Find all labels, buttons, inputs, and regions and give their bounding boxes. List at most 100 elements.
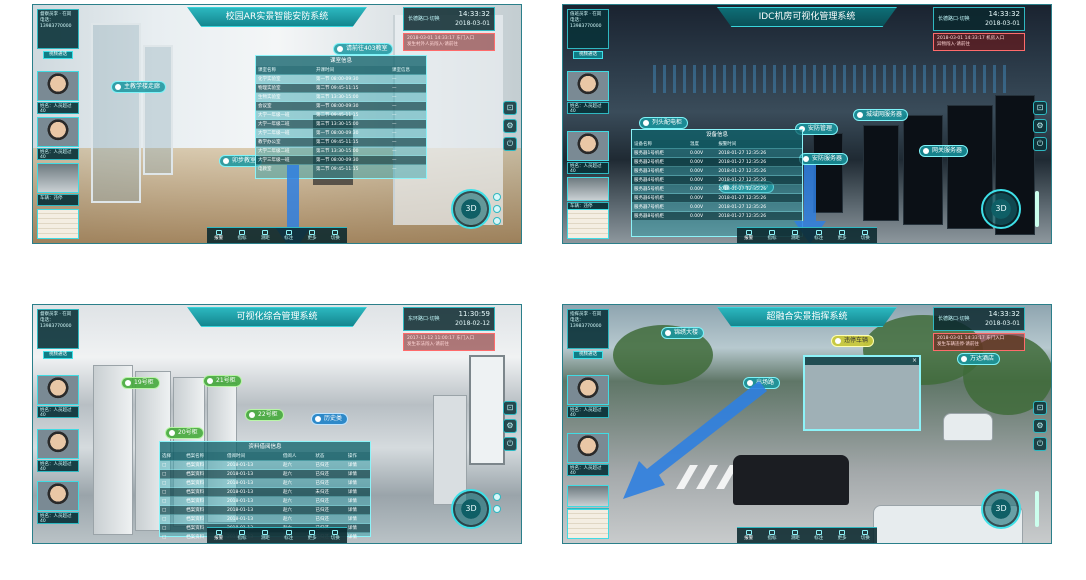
- tool-measure[interactable]: 测距: [786, 529, 804, 543]
- tool-index[interactable]: 指标: [233, 229, 251, 243]
- table-row[interactable]: 教学办公室 第二节 09:45-11:15—: [256, 137, 426, 147]
- table-row[interactable]: 大学二年级一班 第一节 08:00-09:30—: [256, 128, 426, 138]
- table-row[interactable]: 物理实验室 第二节 09:45-11:15—: [256, 83, 426, 93]
- table-row[interactable]: □档案资料2018-01-13赵六已归还详情: [160, 505, 370, 515]
- tool-switch[interactable]: 切换: [856, 229, 874, 243]
- power-icon[interactable]: ⏻: [1033, 437, 1047, 451]
- tag-cabinet-20[interactable]: 20号柜: [165, 427, 204, 439]
- tag-illegal-parking[interactable]: 违停车辆: [831, 335, 875, 347]
- alert-box[interactable]: 2018-03-01 14:33:17 机房入口 异物闯入·请前往: [933, 33, 1025, 51]
- tool-alarm[interactable]: 报警: [210, 529, 228, 543]
- table-row[interactable]: 服务器5号机柜 0.00V 2018-01-27 12:35:26: [632, 184, 802, 194]
- vehicle-snapshot[interactable]: [567, 485, 609, 507]
- tag-jinxiu-building[interactable]: 锦绣大楼: [661, 327, 705, 339]
- device-info-window[interactable]: 设备信息 设备名称 温度 报警时间 服务器1号机柜 0.00V 2018-01-27…: [631, 129, 803, 237]
- table-row[interactable]: 服务器8号机柜 0.00V 2018-01-27 12:35:26: [632, 211, 802, 220]
- alert-box[interactable]: 2017-11-12 11:00:17 东门入口 发生非法闯入·请前往: [403, 333, 495, 351]
- lock-icon[interactable]: ⊡: [1033, 101, 1047, 115]
- table-row[interactable]: □档案资料2018-01-13赵六已归还详情: [160, 478, 370, 488]
- tool-alarm[interactable]: 报警: [740, 529, 758, 543]
- rotate-icon[interactable]: [493, 493, 501, 501]
- lock-icon[interactable]: ⊡: [503, 401, 517, 415]
- settings-icon[interactable]: ⚙: [1033, 119, 1047, 133]
- classroom-info-window[interactable]: 课室信息 课室名称 开课时间 课室信息 化学实验室 第一节 08:00-09:30…: [255, 55, 427, 179]
- tool-measure[interactable]: 测距: [786, 229, 804, 243]
- tool-index[interactable]: 指标: [233, 529, 251, 543]
- table-row[interactable]: □ 档案资料 2018-01-13 赵六 未归还 详情: [160, 487, 370, 497]
- face-snapshot-2[interactable]: [37, 429, 79, 459]
- table-row[interactable]: 服务器3号机柜 0.00V 2018-01-27 12:35:26: [632, 166, 802, 176]
- tool-more[interactable]: 更多: [833, 229, 851, 243]
- face-snapshot-1[interactable]: [567, 71, 609, 101]
- reset-icon[interactable]: [493, 217, 501, 225]
- tag-cabinet-22[interactable]: 22号柜: [245, 409, 284, 421]
- lock-icon[interactable]: ⊡: [1033, 401, 1047, 415]
- mini-map[interactable]: [567, 509, 609, 539]
- compass-3d[interactable]: 3D: [451, 489, 491, 529]
- mini-map[interactable]: [567, 209, 609, 239]
- table-row[interactable]: 大学一年级二班 第三节 13:30-15:00—: [256, 119, 426, 129]
- tool-switch[interactable]: 切换: [326, 229, 344, 243]
- tool-switch[interactable]: 切换: [326, 529, 344, 543]
- tool-switch[interactable]: 切换: [856, 529, 874, 543]
- tool-measure[interactable]: 测距: [256, 529, 274, 543]
- tag-main-corridor[interactable]: 主教学楼走廊: [111, 81, 167, 93]
- face-snapshot-1[interactable]: [37, 71, 79, 101]
- face-snapshot-1[interactable]: [37, 375, 79, 405]
- tool-more[interactable]: 更多: [303, 229, 321, 243]
- tool-index[interactable]: 指标: [763, 229, 781, 243]
- settings-icon[interactable]: ⚙: [503, 419, 517, 433]
- table-row[interactable]: 服务器6号机柜 0.00V 2018-01-27 12:35:26: [632, 193, 802, 203]
- tag-cabinet-21[interactable]: 21号柜: [203, 375, 242, 387]
- table-row[interactable]: □档案资料2018-01-13赵六已归还详情: [160, 514, 370, 524]
- tag-pdu-cabinet[interactable]: 列头配电柜: [639, 117, 689, 129]
- location-label[interactable]: 长德路口·切换: [408, 15, 440, 22]
- video-call-button[interactable]: 视频通话: [573, 351, 603, 359]
- pan-icon[interactable]: [493, 505, 501, 513]
- zoom-slider[interactable]: [1035, 191, 1039, 227]
- settings-icon[interactable]: ⚙: [1033, 419, 1047, 433]
- video-call-button[interactable]: 视频通话: [573, 51, 603, 59]
- table-row[interactable]: 会议室 第一节 08:00-09:30—: [256, 101, 426, 111]
- face-snapshot-2[interactable]: [37, 117, 79, 147]
- vehicle-snapshot[interactable]: [37, 163, 79, 193]
- power-icon[interactable]: ⏻: [1033, 137, 1047, 151]
- tag-classroom-403[interactable]: 请前往403教室: [333, 43, 394, 55]
- camera-popup[interactable]: ×: [803, 355, 921, 431]
- power-icon[interactable]: ⏻: [503, 137, 517, 151]
- table-row[interactable]: 服务器1号机柜 0.00V 2018-01-27 12:35:26: [632, 148, 802, 158]
- tool-more[interactable]: 更多: [303, 529, 321, 543]
- pan-icon[interactable]: [493, 205, 501, 213]
- tool-alarm[interactable]: 报警: [740, 229, 758, 243]
- vehicle-snapshot[interactable]: [567, 177, 609, 201]
- compass-3d[interactable]: 3D: [981, 189, 1021, 229]
- lock-icon[interactable]: ⊡: [503, 101, 517, 115]
- table-row[interactable]: 服务器2号机柜 0.00V 2018-01-27 12:35:26: [632, 157, 802, 167]
- tag-wanda-hotel[interactable]: 万达酒店: [957, 353, 1001, 365]
- tool-index[interactable]: 指标: [763, 529, 781, 543]
- table-row[interactable]: 大学二年级二班 第三节 13:30-15:00—: [256, 146, 426, 156]
- alert-box[interactable]: 2018-03-01 14:33:17 东门入口 发生车辆违停·请前往: [933, 333, 1025, 351]
- tool-annotate[interactable]: 标注: [810, 229, 828, 243]
- archive-info-window[interactable]: 资料借阅信息 选择 档案名称 借阅时间 借阅人 状态 操作 □ 档案资料 2018-…: [159, 441, 371, 541]
- tool-annotate[interactable]: 标注: [280, 529, 298, 543]
- tag-cabinet-19[interactable]: 19号柜: [121, 377, 160, 389]
- rotate-icon[interactable]: [493, 193, 501, 201]
- compass-3d[interactable]: 3D: [981, 489, 1021, 529]
- location-label[interactable]: 长德路口·切换: [938, 315, 970, 322]
- location-label[interactable]: 东环路口·切换: [408, 315, 440, 322]
- table-row[interactable]: 生物实验室 第三节 13:30-15:00—: [256, 92, 426, 102]
- tag-history[interactable]: 历史类: [311, 413, 349, 425]
- mini-map[interactable]: [37, 209, 79, 239]
- tool-measure[interactable]: 测距: [256, 229, 274, 243]
- tag-gateway-server[interactable]: 网关服务器: [919, 145, 969, 157]
- video-call-button[interactable]: 视频通话: [43, 51, 73, 59]
- face-snapshot-1[interactable]: [567, 375, 609, 405]
- tag-metro-server[interactable]: 城域网服务器: [853, 109, 909, 121]
- face-snapshot-2[interactable]: [567, 131, 609, 161]
- table-row[interactable]: □档案资料2018-01-13赵六已归还详情: [160, 469, 370, 479]
- settings-icon[interactable]: ⚙: [503, 119, 517, 133]
- tool-annotate[interactable]: 标注: [280, 229, 298, 243]
- table-row[interactable]: 服务器7号机柜 0.00V 2018-01-27 12:35:26: [632, 202, 802, 212]
- tool-annotate[interactable]: 标注: [810, 529, 828, 543]
